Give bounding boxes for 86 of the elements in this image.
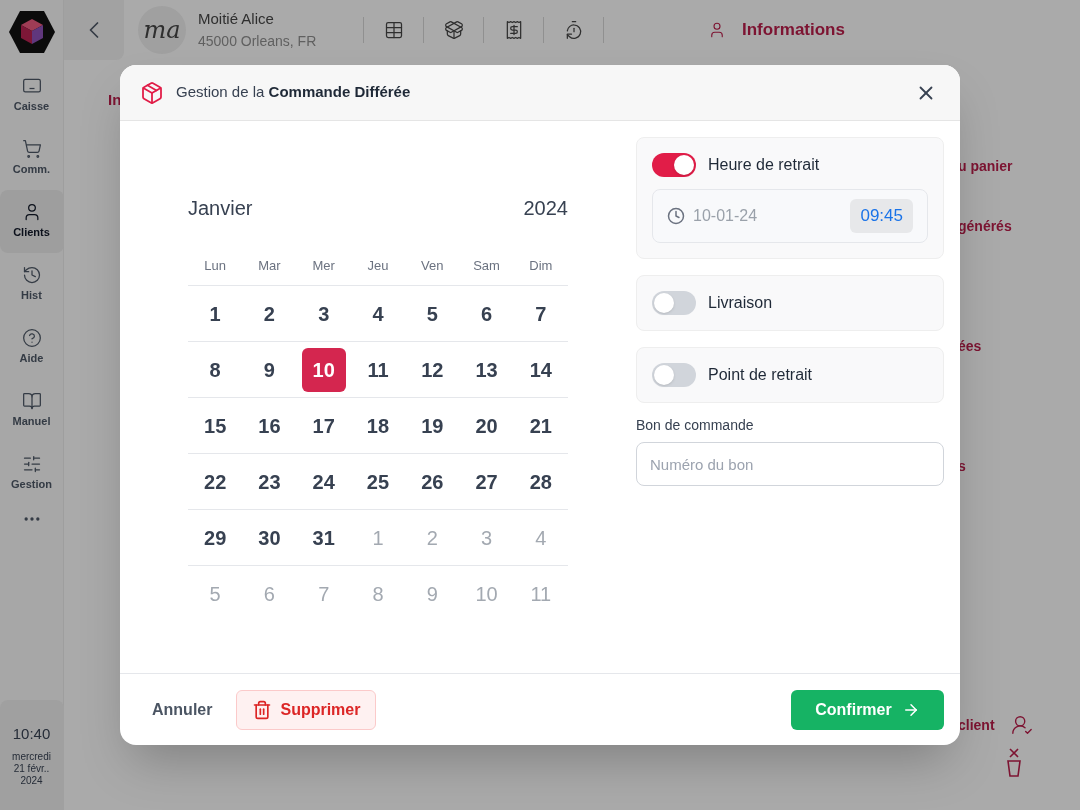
client-address: 45000 Orleans, FR xyxy=(198,31,318,51)
calendar-day[interactable]: 9 xyxy=(247,347,292,392)
weekday-label: Sam xyxy=(472,257,501,275)
calendar-day[interactable]: 15 xyxy=(193,403,238,448)
trash-cup-icon[interactable] xyxy=(1006,748,1022,778)
box-icon[interactable] xyxy=(443,20,464,40)
calendar-day[interactable]: 20 xyxy=(464,403,509,448)
order-number-field[interactable]: Numéro du bon xyxy=(636,442,944,486)
calendar-day[interactable]: 7 xyxy=(518,291,563,336)
package-icon xyxy=(140,80,164,105)
calendar-day[interactable]: 29 xyxy=(193,515,238,560)
weekday-label: Mer xyxy=(311,257,336,275)
calendar-day[interactable]: 27 xyxy=(464,459,509,504)
calendar-day[interactable]: 28 xyxy=(518,459,563,504)
calendar-day[interactable]: 18 xyxy=(356,403,400,448)
sidebar-item[interactable]: Manuel xyxy=(0,379,64,442)
section-link[interactable]: In xyxy=(108,91,122,108)
sidebar-item[interactable]: Aide xyxy=(0,316,64,379)
calendar-day[interactable]: 11 xyxy=(356,347,400,392)
clock-icon xyxy=(667,207,685,225)
section-link[interactable]: générés xyxy=(958,216,1080,236)
calendar-day[interactable]: 31 xyxy=(301,515,346,560)
toggle-switch[interactable] xyxy=(652,291,696,315)
option-label: Point de retrait xyxy=(708,365,813,385)
client-avatar: ma xyxy=(138,6,186,54)
delete-button[interactable]: Supprimer xyxy=(236,689,377,730)
calendar-day[interactable]: 14 xyxy=(518,347,563,392)
calendar-day[interactable]: 1 xyxy=(193,291,238,336)
toggle-switch[interactable] xyxy=(652,363,696,387)
field-label: Bon de commande xyxy=(636,416,755,435)
help-icon xyxy=(21,328,42,349)
weekday-label: Mar xyxy=(257,257,282,275)
sidebar-item[interactable]: Comm. xyxy=(0,127,64,190)
weekday-label: Jeu xyxy=(366,257,390,275)
sidebar-item[interactable]: Hist xyxy=(0,253,64,316)
toggle-switch[interactable] xyxy=(652,153,696,177)
trash-icon xyxy=(252,699,273,720)
sidebar-item[interactable]: Caisse xyxy=(0,64,64,127)
calendar-day[interactable]: 22 xyxy=(193,459,238,504)
option-label: Heure de retrait xyxy=(708,155,820,175)
client-name: Moitié Alice xyxy=(198,9,275,30)
calendar-day[interactable]: 6 xyxy=(464,291,509,336)
book-icon xyxy=(21,391,42,412)
calendar-day[interactable]: 30 xyxy=(247,515,292,560)
sidebar-item[interactable]: Gestion xyxy=(0,442,64,505)
grid-icon[interactable] xyxy=(383,20,404,40)
datetime-field[interactable]: 10-01-24 09:45 xyxy=(652,189,928,243)
calendar-year: 2024 xyxy=(523,196,568,221)
calendar-day[interactable]: 4 xyxy=(356,291,400,336)
calendar-day[interactable]: 13 xyxy=(464,347,509,392)
calendar-day[interactable]: 24 xyxy=(301,459,346,504)
history-icon xyxy=(21,265,42,286)
cart-icon xyxy=(21,139,42,160)
cancel-button[interactable]: Annuler xyxy=(152,697,213,722)
dialog-title: Gestion de la Commande Différée xyxy=(176,82,411,103)
sliders-icon xyxy=(21,454,42,475)
sidebar-item[interactable]: Clients xyxy=(0,190,64,253)
client-link[interactable]: client xyxy=(958,714,995,736)
person-info-icon xyxy=(708,21,726,39)
weekday-label: Lun xyxy=(203,257,227,275)
calendar-day[interactable]: 23 xyxy=(247,459,292,504)
calendar-day[interactable]: 5 xyxy=(410,291,455,336)
info-tab[interactable]: Informations xyxy=(708,17,845,43)
calendar-day[interactable]: 19 xyxy=(410,403,455,448)
clock-day: mercredi xyxy=(12,751,51,764)
calendar-month: Janvier xyxy=(188,196,253,221)
time-value[interactable]: 09:45 xyxy=(850,199,913,233)
clock-date: 21 févr.. xyxy=(13,763,50,776)
calendar-day[interactable]: 17 xyxy=(301,403,346,448)
calendar-day[interactable]: 10 xyxy=(301,347,346,392)
calendar-day[interactable]: 12 xyxy=(410,347,455,392)
calendar-day[interactable]: 25 xyxy=(356,459,400,504)
date-value: 10-01-24 xyxy=(693,206,758,226)
option-label: Livraison xyxy=(708,293,773,313)
cube-logo-icon xyxy=(7,10,56,54)
calendar-day[interactable]: 21 xyxy=(518,403,563,448)
calendar-day[interactable]: 16 xyxy=(247,403,292,448)
calendar-day[interactable]: 8 xyxy=(193,347,238,392)
clock-year: 2024 xyxy=(20,775,43,788)
weekday-label: Dim xyxy=(528,257,554,275)
weekday-label: Ven xyxy=(420,257,445,275)
clock-time: 10:40 xyxy=(12,723,51,744)
calendar-day[interactable]: 2 xyxy=(247,291,292,336)
person-icon[interactable] xyxy=(1010,714,1033,736)
calendar-day[interactable]: 26 xyxy=(410,459,455,504)
calendar-day[interactable]: 3 xyxy=(301,291,346,336)
